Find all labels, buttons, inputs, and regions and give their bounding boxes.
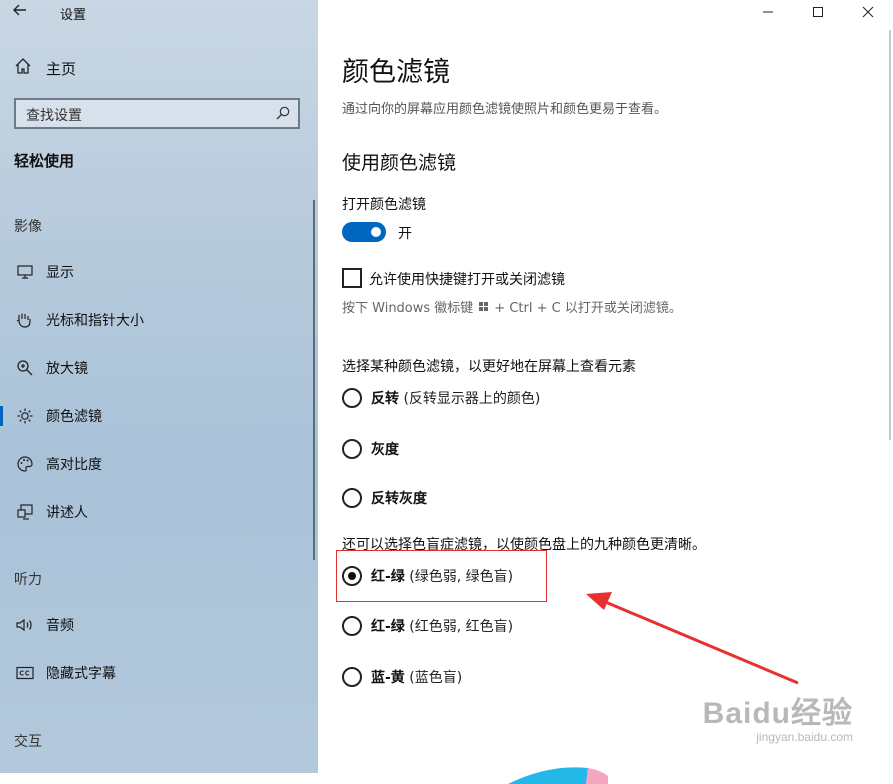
sidebar-item-label: 显示 (46, 265, 74, 281)
magnifier-icon (14, 358, 36, 378)
group-title-vision: 影像 (14, 219, 42, 235)
sidebar-item-color-filters[interactable]: 颜色滤镜 (0, 404, 304, 428)
back-arrow-icon[interactable] (12, 2, 32, 22)
main-content: 颜色滤镜 通过向你的屏幕应用颜色滤镜使照片和颜色更易于查看。 使用颜色滤镜 打开… (318, 0, 893, 784)
watermark: Baidu经验 jingyan.baidu.com (703, 688, 853, 744)
sidebar-item-label: 颜色滤镜 (46, 409, 102, 425)
annotation-arrow (586, 592, 799, 685)
sidebar-item-label: 音频 (46, 618, 74, 634)
watermark-brand: Baidu经验 (702, 697, 853, 730)
sidebar-item-label: 光标和指针大小 (46, 313, 144, 329)
sidebar-item-label: 高对比度 (46, 457, 102, 473)
section-title: 轻松使用 (14, 152, 75, 170)
search-icon[interactable] (275, 105, 291, 125)
sidebar-item-display[interactable]: 显示 (14, 260, 304, 284)
captions-icon (14, 663, 36, 683)
pointer-icon (14, 310, 36, 330)
home-label: 主页 (46, 59, 77, 78)
watermark-url: jingyan.baidu.com (756, 730, 853, 744)
narrator-icon (14, 502, 36, 522)
sidebar-item-cursor[interactable]: 光标和指针大小 (14, 308, 304, 332)
main-scrollbar[interactable] (889, 30, 891, 440)
sidebar-scrollbar[interactable] (313, 200, 315, 560)
sidebar-item-captions[interactable]: 隐藏式字幕 (14, 661, 304, 685)
sidebar-item-label: 放大镜 (46, 361, 88, 377)
sidebar-item-label: 讲述人 (46, 505, 88, 521)
search-placeholder: 查找设置 (26, 108, 82, 124)
window-title: 设置 (60, 8, 87, 23)
sidebar-item-narrator[interactable]: 讲述人 (14, 500, 304, 524)
monitor-icon (14, 262, 36, 282)
home-icon (14, 57, 34, 79)
sidebar-item-high-contrast[interactable]: 高对比度 (14, 452, 304, 476)
palette-icon (14, 454, 36, 474)
speaker-icon (14, 615, 36, 635)
color-wheel-preview (508, 767, 608, 784)
group-title-interaction: 交互 (14, 734, 42, 750)
search-input[interactable]: 查找设置 (14, 98, 300, 129)
sidebar-item-audio[interactable]: 音频 (14, 613, 304, 637)
sun-icon (14, 406, 36, 426)
group-title-hearing: 听力 (14, 572, 42, 588)
titlebar-left: 设置 (0, 0, 318, 24)
sidebar-item-home[interactable]: 主页 (14, 57, 76, 79)
sidebar-item-label: 隐藏式字幕 (46, 666, 116, 682)
sidebar-item-magnifier[interactable]: 放大镜 (14, 356, 304, 380)
sidebar: 设置 主页 查找设置 轻松使用 影像 显示 光标和指针大小 放大镜 颜色滤镜 高… (0, 0, 318, 773)
